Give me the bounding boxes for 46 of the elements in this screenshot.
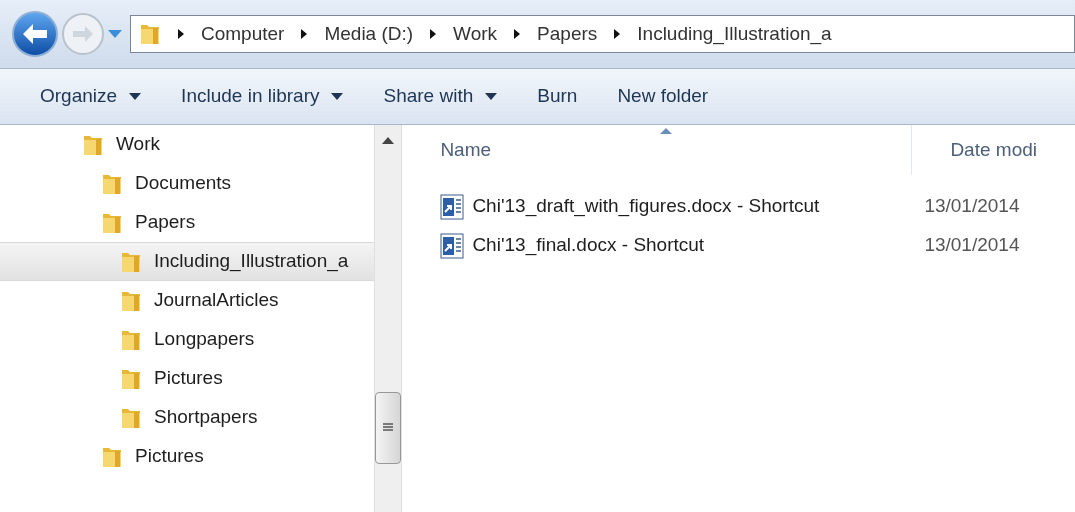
folder-icon	[139, 22, 161, 46]
document-shortcut-icon	[440, 232, 465, 259]
caret-icon	[177, 29, 185, 39]
tree-item[interactable]: Shortpapers	[0, 398, 375, 437]
column-header[interactable]: Date modi	[912, 125, 1075, 175]
caret-icon	[331, 93, 344, 100]
caret-icon	[429, 29, 438, 39]
breadcrumb-item[interactable]: Work	[453, 19, 498, 49]
tree-item[interactable]: JournalArticles	[0, 281, 375, 320]
recent-pages-caret-icon	[108, 30, 122, 38]
column-header[interactable]: Name	[402, 125, 913, 175]
toolbar-button[interactable]: Burn	[529, 76, 586, 117]
sort-arrow-icon	[660, 128, 673, 134]
tree-item[interactable]: Documents	[0, 164, 375, 203]
date-cell-text: 13/01/2014	[923, 194, 1020, 219]
tree-item[interactable]: Pictures	[0, 437, 375, 476]
caret-icon	[485, 93, 498, 100]
scrollbar[interactable]	[374, 125, 403, 512]
caret-icon	[129, 93, 142, 100]
scroll-up-icon	[382, 137, 395, 144]
tree-item[interactable]: Papers	[0, 203, 375, 242]
toolbar-button[interactable]: Organize	[32, 76, 150, 117]
caret-icon	[613, 29, 622, 39]
toolbar-button[interactable]: Include in library	[173, 76, 352, 117]
tree-item[interactable]: Pictures	[0, 359, 375, 398]
date-cell-text: 13/01/2014	[923, 233, 1020, 258]
breadcrumb-item[interactable]: Including_Illustration_a	[637, 19, 832, 49]
document-shortcut-icon	[440, 193, 465, 220]
file-name[interactable]: Chi'13_draft_with_figures.docx - Shortcut	[472, 192, 820, 221]
breadcrumb-item[interactable]: Media (D:)	[324, 19, 414, 49]
address-bar[interactable]: Computer Media (D:) Work Papers Including_Illustration_a	[130, 15, 1075, 53]
back-arrow-icon	[23, 24, 47, 44]
scrollbar-thumb[interactable]	[375, 392, 402, 464]
toolbar-button[interactable]: Share with	[375, 76, 506, 117]
toolbar-button[interactable]: New folder	[609, 76, 717, 117]
grip-icon	[383, 423, 394, 433]
forward-arrow-icon	[73, 26, 93, 42]
file-name[interactable]: Chi'13_final.docx - Shortcut	[472, 231, 705, 260]
tree-item[interactable]: Work	[0, 125, 375, 164]
caret-icon	[300, 29, 309, 39]
breadcrumb-item[interactable]: Computer	[201, 19, 285, 49]
tree-item[interactable]: Including_Illustration_a	[0, 242, 375, 281]
tree-item[interactable]: Longpapers	[0, 320, 375, 359]
back-button[interactable]	[12, 11, 58, 57]
caret-icon	[513, 29, 522, 39]
breadcrumb-item[interactable]: Papers	[537, 19, 598, 49]
